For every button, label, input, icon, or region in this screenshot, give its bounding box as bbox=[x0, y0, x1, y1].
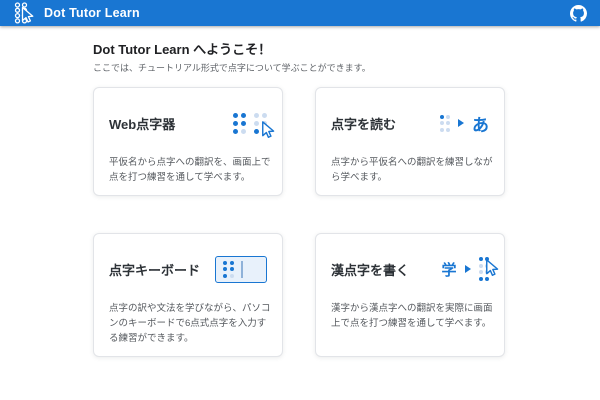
card-title: Web点字器 bbox=[109, 114, 175, 133]
github-icon[interactable] bbox=[570, 5, 587, 22]
braille-cells-cursor-icon bbox=[233, 113, 267, 134]
card-title: 点字キーボード bbox=[109, 260, 200, 279]
card-description: 点字の訳や文法を学びながら、パソコンのキーボードで6点式点字を入力する練習ができ… bbox=[109, 301, 271, 346]
card-title: 点字を読む bbox=[331, 114, 396, 133]
braille-cell bbox=[440, 115, 451, 132]
app-header: Dot Tutor Learn bbox=[0, 0, 600, 26]
card-read-braille[interactable]: 点字を読む あ 点字から平仮名への翻訳を練習しながら学べます。 bbox=[315, 87, 505, 196]
braille-to-kana-icon: あ bbox=[440, 111, 490, 136]
card-web-braille-writer[interactable]: Web点字器 bbox=[93, 87, 283, 196]
braille-cell-with-cursor bbox=[479, 257, 490, 281]
mouse-cursor-icon bbox=[482, 258, 501, 277]
card-write-kanji-braille[interactable]: 漢点字を書く 学 bbox=[315, 233, 505, 357]
mouse-cursor-icon bbox=[258, 120, 277, 139]
kana-character: あ bbox=[472, 111, 489, 136]
app-title: Dot Tutor Learn bbox=[44, 6, 140, 20]
card-grid: Web点字器 bbox=[93, 87, 600, 357]
card-description: 点字から平仮名への翻訳を練習しながら学べます。 bbox=[331, 155, 493, 185]
kanji-character: 学 bbox=[441, 259, 456, 280]
kanji-to-braille-cursor-icon: 学 bbox=[441, 257, 489, 281]
main-content: Dot Tutor Learn へようこそ！ ここでは、チュートリアル形式で点字… bbox=[0, 26, 600, 357]
card-braille-keyboard[interactable]: 点字キーボード 点字の訳や文法を学びながら、パソコンのキーボードで6点式点字を入… bbox=[93, 233, 283, 357]
arrow-right-icon bbox=[458, 119, 464, 127]
page-subtitle: ここでは、チュートリアル形式で点字について学ぶことができます。 bbox=[93, 61, 600, 74]
card-title: 漢点字を書く bbox=[331, 260, 409, 279]
braille-input-box-icon bbox=[215, 256, 267, 283]
arrow-right-icon bbox=[465, 265, 471, 273]
page-title: Dot Tutor Learn へようこそ！ bbox=[93, 39, 600, 58]
braille-cursor-logo-icon bbox=[13, 1, 35, 25]
card-description: 平仮名から点字への翻訳を、画面上で点を打つ練習を通して学べます。 bbox=[109, 155, 271, 185]
braille-cell-with-cursor bbox=[254, 113, 267, 134]
card-description: 漢字から漢点字への翻訳を実際に画面上で点を打つ練習を通して学べます。 bbox=[331, 301, 493, 331]
braille-cell bbox=[233, 113, 246, 134]
text-caret-icon bbox=[241, 261, 243, 278]
braille-cell bbox=[223, 261, 234, 278]
